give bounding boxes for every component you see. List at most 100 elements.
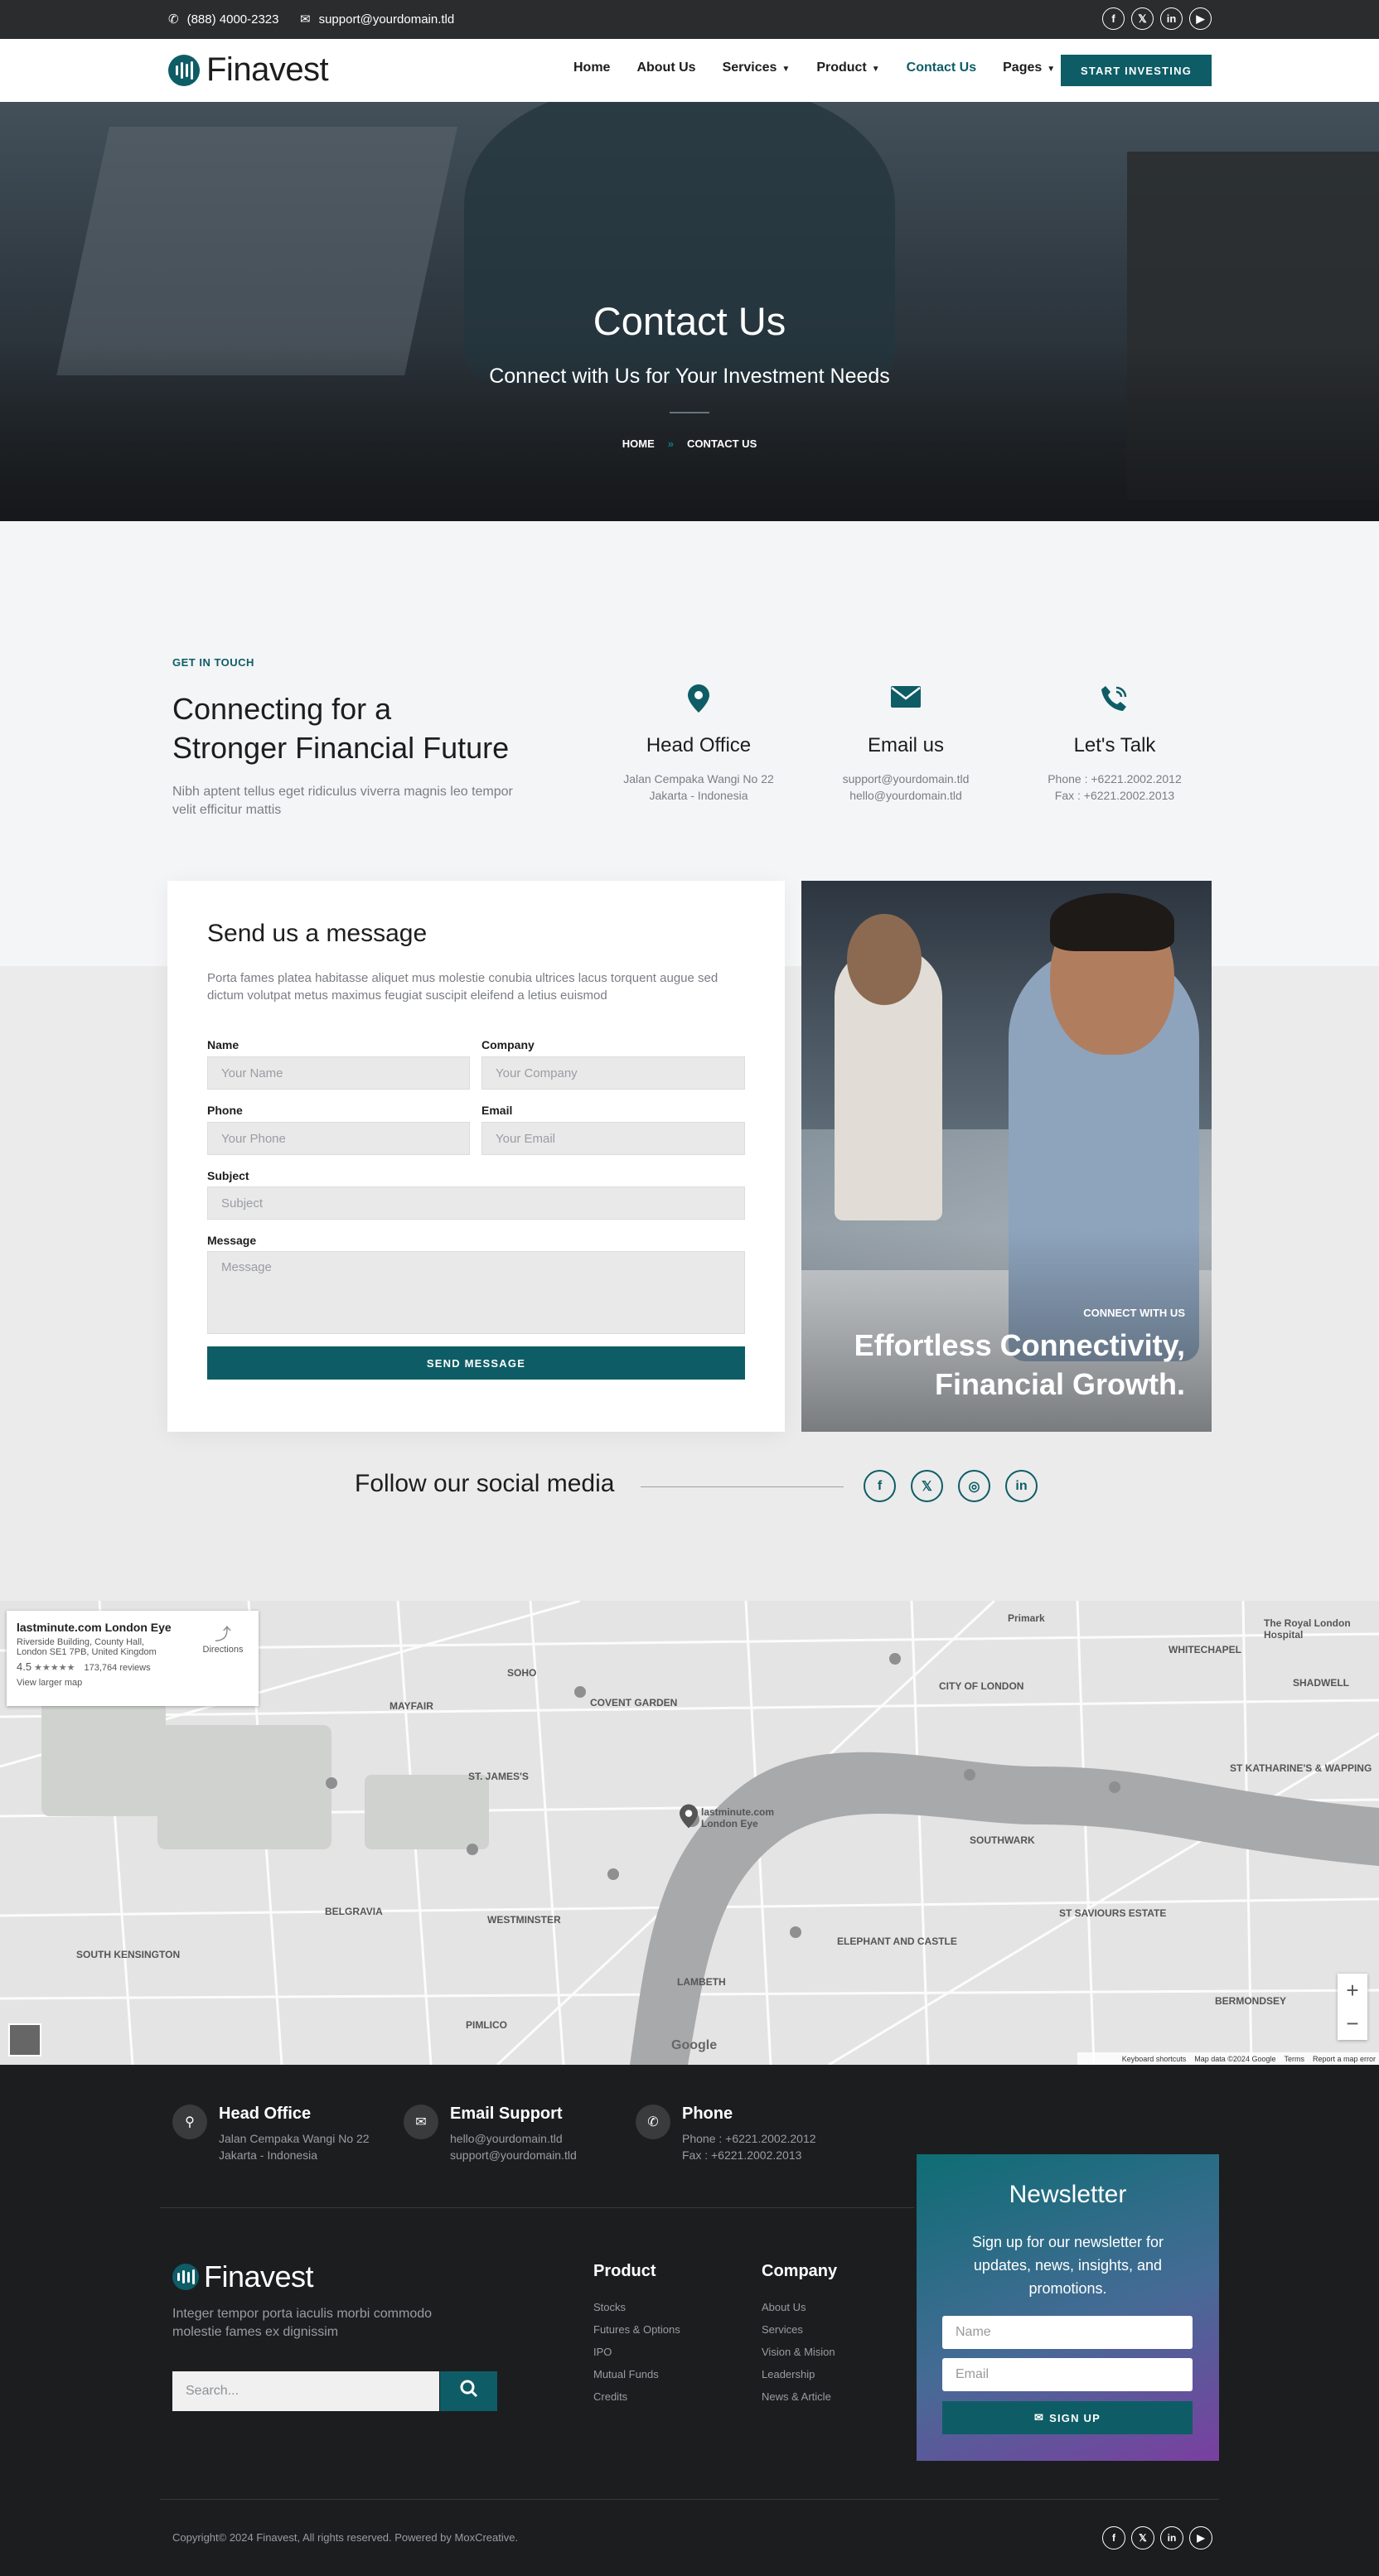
reviews-link[interactable]: 173,764 reviews <box>85 1663 151 1673</box>
linkedin-icon[interactable]: in <box>1160 2526 1183 2549</box>
map-label: CITY OF LONDON <box>939 1680 1024 1692</box>
footer-contact-desc: hello@yourdomain.tld support@yourdomain.t… <box>450 2130 577 2163</box>
zoom-out-icon[interactable]: − <box>1346 2011 1358 2037</box>
message-textarea[interactable]: Message <box>207 1251 745 1334</box>
x-twitter-icon[interactable]: 𝕏 <box>1131 2526 1154 2549</box>
topbar-phone-text: (888) 4000-2323 <box>186 12 279 27</box>
map-place-card: lastminute.com London Eye Riverside Buil… <box>7 1611 259 1706</box>
report-map-error-link[interactable]: Report a map error <box>1313 2055 1376 2063</box>
instagram-icon[interactable]: ◎ <box>958 1470 990 1502</box>
nav-item-services[interactable]: Services ▼ <box>723 60 791 75</box>
page-title: Contact Us <box>593 299 786 343</box>
info-card-email: Email us support@yourdomain.tld hello@you… <box>810 684 1001 804</box>
footer-contact-line[interactable]: support@yourdomain.tld <box>450 2147 577 2163</box>
youtube-icon[interactable]: ▶ <box>1189 7 1212 30</box>
youtube-icon[interactable]: ▶ <box>1189 2526 1212 2549</box>
facebook-icon[interactable]: f <box>864 1470 896 1502</box>
view-larger-map-link[interactable]: View larger map <box>17 1678 249 1688</box>
map-label: COVENT GARDEN <box>590 1697 678 1708</box>
map-data: Map data ©2024 Google <box>1194 2054 1276 2063</box>
email-input[interactable]: Your Email <box>481 1122 745 1155</box>
info-line: Jakarta - Indonesia <box>649 789 748 802</box>
info-line[interactable]: hello@yourdomain.tld <box>810 787 1001 804</box>
map-satellite-toggle[interactable] <box>8 2023 41 2056</box>
footer-search-input[interactable]: Search... <box>172 2371 439 2411</box>
keyboard-shortcuts-link[interactable]: Keyboard shortcuts <box>1122 2055 1187 2063</box>
map-label: Primark <box>1008 1612 1045 1624</box>
footer-company-links: About Us Services Vision & Mision Leadershi… <box>762 2296 837 2408</box>
linkedin-icon[interactable]: in <box>1160 7 1183 30</box>
nav-item-about-us[interactable]: About Us <box>636 60 695 75</box>
divider <box>160 2207 914 2208</box>
sign-up-button[interactable]: ✉ SIGN UP <box>942 2401 1193 2434</box>
footer-link[interactable]: Mutual Funds <box>593 2363 680 2385</box>
directions-label: Directions <box>202 1645 244 1655</box>
company-input[interactable]: Your Company <box>481 1056 745 1090</box>
message-label: Message <box>207 1234 257 1247</box>
start-investing-button[interactable]: START INVESTING <box>1061 55 1212 86</box>
footer-contact-line: Jakarta - Indonesia <box>219 2148 318 2162</box>
terms-link[interactable]: Terms <box>1284 2055 1304 2063</box>
footer-link[interactable]: IPO <box>593 2341 680 2363</box>
nav-item-home[interactable]: Home <box>573 60 610 75</box>
subject-input[interactable]: Subject <box>207 1187 745 1220</box>
promo-line-1: Effortless Connectivity, <box>854 1328 1185 1362</box>
facebook-icon[interactable]: f <box>1102 2526 1125 2549</box>
footer-link[interactable]: Leadership <box>762 2363 837 2385</box>
logo[interactable]: Finavest <box>168 51 329 89</box>
footer-logo[interactable]: Finavest <box>172 2259 314 2294</box>
footer-link[interactable]: About Us <box>762 2296 837 2318</box>
map-label: SOUTH KENSINGTON <box>76 1949 181 1960</box>
x-twitter-icon[interactable]: 𝕏 <box>1131 7 1154 30</box>
nav-item-label: About Us <box>636 60 696 75</box>
map-marker-icon[interactable] <box>680 1803 698 1834</box>
footer-contact-email: ✉ Email Support hello@yourdomain.tld suppo… <box>404 2105 577 2163</box>
nav-item-product[interactable]: Product ▼ <box>816 60 879 75</box>
footer-contact-office: ⚲ Head Office Jalan Cempaka Wangi No 22 Ja… <box>172 2105 370 2163</box>
footer-contact-desc: Phone : +6221.2002.2012 Fax : +6221.2002.… <box>682 2130 816 2163</box>
x-twitter-icon[interactable]: 𝕏 <box>911 1470 943 1502</box>
section-eyebrow: GET IN TOUCH <box>172 656 254 669</box>
footer-link[interactable]: Credits <box>593 2385 680 2408</box>
topbar-phone[interactable]: ✆ (888) 4000-2323 <box>168 10 279 28</box>
newsletter-name-input[interactable]: Name <box>942 2316 1193 2349</box>
info-card-desc: support@yourdomain.tld hello@yourdomain.t… <box>810 771 1001 804</box>
map-label: ST KATHARINE'S & WAPPING <box>1230 1762 1372 1774</box>
footer-product-col: Product Stocks Futures & Options IPO Mutual… <box>593 2262 680 2408</box>
nav-item-contact-us[interactable]: Contact Us <box>907 60 976 75</box>
nav-item-label: Contact Us <box>906 60 977 75</box>
topbar-email[interactable]: ✉ support@yourdomain.tld <box>300 10 454 28</box>
directions-button[interactable]: ⤴ Directions <box>194 1621 252 1655</box>
breadcrumb-home[interactable]: HOME <box>622 437 655 450</box>
footer-link[interactable]: Stocks <box>593 2296 680 2318</box>
search-button[interactable] <box>440 2371 497 2411</box>
phone-input[interactable]: Your Phone <box>207 1122 470 1155</box>
send-message-button[interactable]: SEND MESSAGE <box>207 1346 745 1380</box>
footer-link[interactable]: Vision & Mision <box>762 2341 837 2363</box>
nav-item-pages[interactable]: Pages ▼ <box>1003 60 1055 75</box>
map-label: SHADWELL <box>1293 1677 1349 1689</box>
name-label: Name <box>207 1038 240 1051</box>
footer-contact-line[interactable]: hello@yourdomain.tld <box>450 2130 577 2147</box>
follow-heading: Follow our social media <box>355 1470 615 1497</box>
footer-link[interactable]: Futures & Options <box>593 2318 680 2341</box>
info-card-lets-talk: Let's Talk Phone : +6221.2002.2012 Fax : … <box>1019 684 1210 804</box>
zoom-in-icon[interactable]: + <box>1346 1978 1358 2003</box>
google-logo: Google <box>671 2038 718 2052</box>
form-desc: Porta fames platea habitasse aliquet mus… <box>207 971 719 1003</box>
footer-link[interactable]: Services <box>762 2318 837 2341</box>
footer-company-col: Company About Us Services Vision & Mision L… <box>762 2262 837 2408</box>
map-label: ST. JAMES'S <box>468 1771 529 1782</box>
info-card-head-office: Head Office Jalan Cempaka Wangi No 22 Jak… <box>603 684 794 804</box>
background-person-head <box>847 914 922 1005</box>
info-line[interactable]: support@yourdomain.tld <box>810 771 1001 787</box>
name-input[interactable]: Your Name <box>207 1056 470 1090</box>
facebook-icon[interactable]: f <box>1102 7 1125 30</box>
newsletter-email-input[interactable]: Email <box>942 2358 1193 2391</box>
linkedin-icon[interactable]: in <box>1005 1470 1038 1502</box>
footer-contact-desc: Jalan Cempaka Wangi No 22 Jakarta - Indon… <box>219 2130 370 2163</box>
envelope-icon: ✉ <box>300 12 311 27</box>
map-pin-icon: ⚲ <box>172 2105 207 2139</box>
map-label: BELGRAVIA <box>325 1906 383 1917</box>
footer-link[interactable]: News & Article <box>762 2385 837 2408</box>
